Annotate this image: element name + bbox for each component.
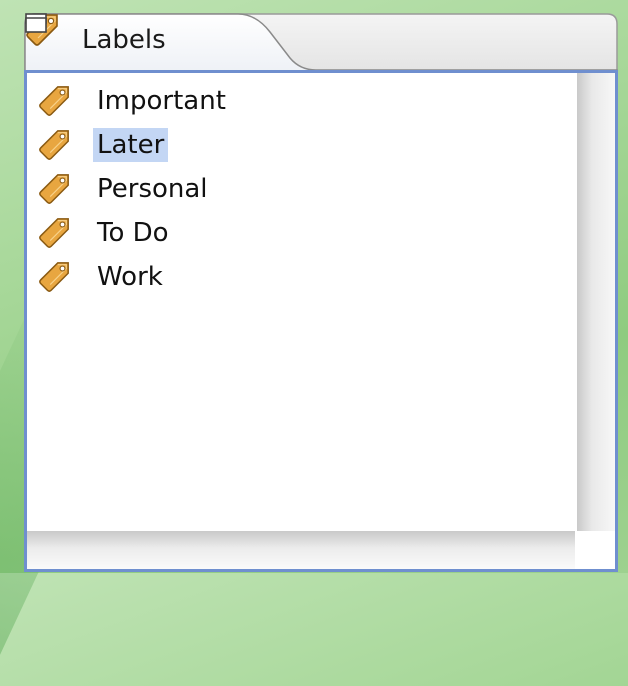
- horizontal-scrollbar[interactable]: [27, 531, 575, 569]
- list-item[interactable]: To Do: [37, 211, 557, 255]
- labels-panel: Important Later Personal To Do Work: [24, 70, 618, 572]
- label-text: To Do: [97, 218, 169, 248]
- label-text: Personal: [97, 174, 208, 204]
- view-title[interactable]: Labels: [82, 25, 166, 55]
- label-text: Important: [97, 86, 226, 116]
- view-tab-strip: Labels: [24, 12, 618, 72]
- labels-view: Labels Important Later Personal To Do Wo…: [24, 12, 618, 572]
- list-item[interactable]: Work: [37, 255, 557, 299]
- list-item[interactable]: Personal: [37, 167, 557, 211]
- list-item[interactable]: Later: [37, 123, 557, 167]
- labels-list: Important Later Personal To Do Work: [37, 79, 557, 299]
- tag-icon: [39, 86, 69, 116]
- list-item[interactable]: Important: [37, 79, 557, 123]
- tag-icon: [39, 262, 69, 292]
- tag-icon: [39, 174, 69, 204]
- label-text: Later: [93, 128, 169, 162]
- label-text: Work: [97, 262, 163, 292]
- vertical-scrollbar[interactable]: [577, 73, 615, 531]
- maximize-icon[interactable]: [24, 12, 48, 34]
- tag-icon: [39, 130, 69, 160]
- tag-icon: [39, 218, 69, 248]
